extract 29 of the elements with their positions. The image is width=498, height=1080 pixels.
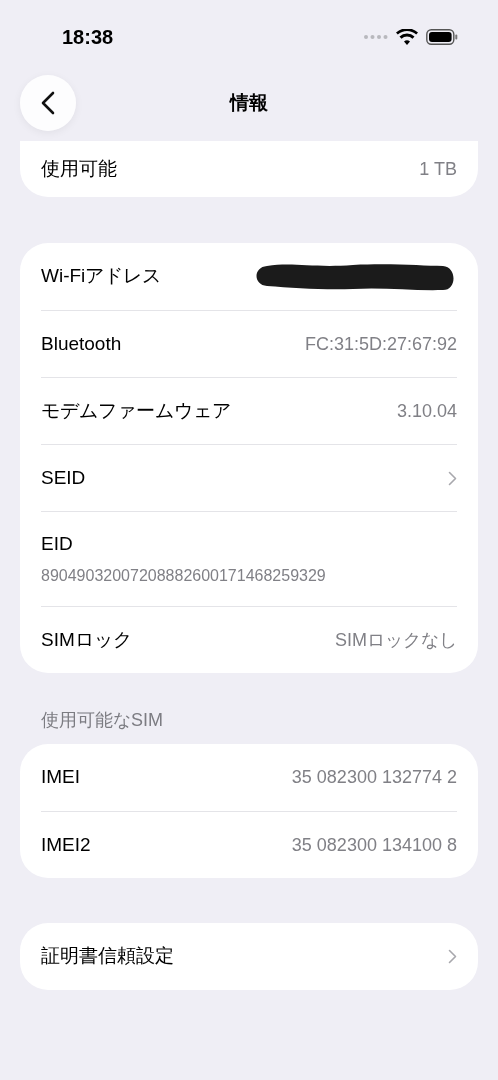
signal-icon bbox=[364, 35, 388, 39]
nav-title: 情報 bbox=[230, 90, 268, 115]
settings-row[interactable]: SEID bbox=[41, 444, 457, 511]
row-value: 3.10.04 bbox=[396, 399, 457, 423]
chevron-icon bbox=[448, 949, 457, 964]
row-label: IMEI bbox=[41, 765, 81, 790]
row-label: IMEI2 bbox=[41, 832, 91, 857]
row-value: 35 082300 134100 8 bbox=[291, 833, 457, 857]
section-header: 使用可能なSIM bbox=[40, 709, 164, 732]
row-value: 1 TB bbox=[419, 157, 457, 181]
row-value: SIMロックなし bbox=[335, 628, 457, 652]
back-button[interactable] bbox=[20, 75, 76, 131]
row-value: 35 082300 132774 2 bbox=[291, 766, 457, 789]
row-label: 証明書信頼設定 bbox=[41, 944, 174, 969]
row-label: 使用可能 bbox=[41, 156, 117, 181]
row-label: Wi-Fiアドレス bbox=[41, 264, 162, 289]
row-value: 89049032007208882600171468259329 bbox=[41, 566, 326, 587]
status-time: 18:38 bbox=[62, 25, 114, 50]
row-label: SIMロック bbox=[41, 627, 132, 652]
chevron-icon bbox=[448, 470, 457, 486]
wifi-icon bbox=[396, 29, 418, 45]
row-label: Bluetooth bbox=[41, 331, 122, 356]
battery-icon bbox=[426, 29, 458, 45]
row-label: EID bbox=[41, 531, 73, 556]
row-label: モデムファームウェア bbox=[41, 398, 231, 423]
settings-row[interactable]: 証明書信頼設定 bbox=[41, 923, 457, 990]
back-icon bbox=[41, 91, 55, 115]
row-value: FC:31:5D:27:67:92 bbox=[304, 332, 457, 356]
row-label: SEID bbox=[41, 465, 86, 490]
